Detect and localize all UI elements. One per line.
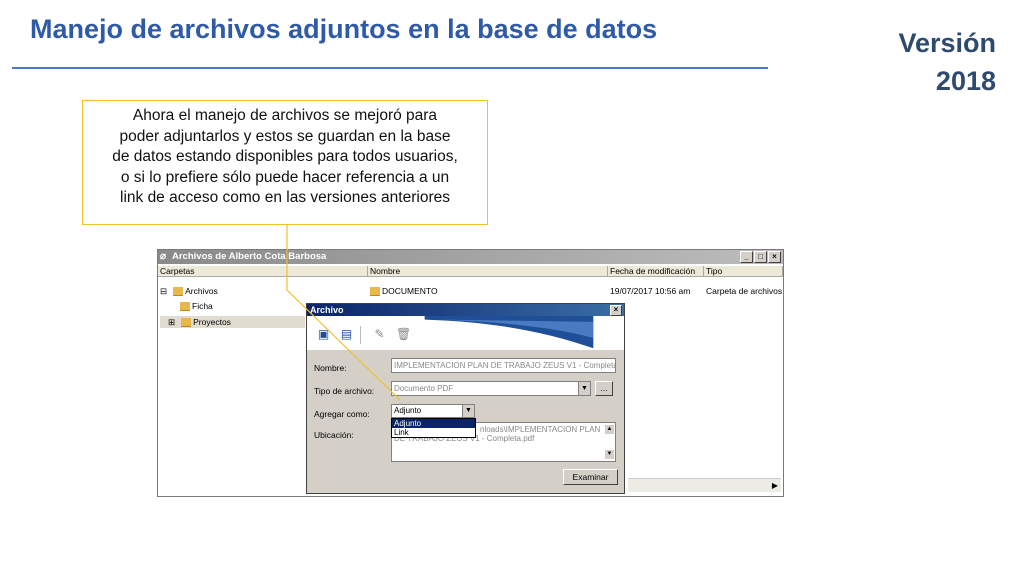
column-header-carpetas[interactable]: Carpetas [158, 266, 368, 277]
file-row[interactable]: DOCUMENTO [370, 285, 438, 297]
save-icon[interactable]: ▣ [317, 328, 330, 341]
window-titlebar[interactable]: ⌀ Archivos de Alberto Cota Barbosa _ □ × [158, 250, 783, 264]
callout-line: poder adjuntarlos y estos se guardan en … [119, 127, 451, 145]
toolbar-swoosh-decoration [424, 316, 594, 349]
tree-item-ficha[interactable]: Ficha [180, 300, 213, 312]
folder-icon [370, 287, 380, 297]
column-header-nombre[interactable]: Nombre [368, 266, 608, 277]
callout-line: link de acceso como en las versiones ant… [120, 189, 450, 206]
tree-item-label: Archivos [185, 286, 218, 296]
slide-title: Manejo de archivos adjuntos en la base d… [30, 14, 658, 44]
tree-item-label: Proyectos [193, 317, 231, 327]
scroll-down-icon[interactable]: ▼ [605, 450, 614, 459]
callout-line: Ahora el manejo de archivos se mejoró pa… [132, 107, 438, 124]
option-link[interactable]: Link [392, 428, 475, 437]
minimize-button[interactable]: _ [740, 251, 753, 263]
version-year: 2018 [935, 66, 996, 96]
callout-line: de datos estando disponibles para todos … [112, 148, 458, 165]
column-header-tipo[interactable]: Tipo [704, 266, 783, 277]
folder-icon [181, 318, 192, 328]
file-date: 19/07/2017 10:56 am [610, 286, 691, 296]
agregar-dropdown-list: Adjunto Link [391, 418, 476, 438]
tipo-label: Tipo de archivo: [314, 386, 375, 396]
agregar-select[interactable]: Adjunto ▼ [391, 404, 475, 418]
version-word: Versión [898, 28, 996, 58]
paperclip-icon: ⌀ [160, 251, 167, 262]
edit-icon[interactable]: ✎ [373, 328, 386, 341]
examinar-button[interactable]: Examinar [563, 469, 618, 485]
file-name: DOCUMENTO [382, 286, 438, 296]
scroll-right-icon[interactable]: ▶ [772, 479, 778, 492]
horizontal-scrollbar[interactable]: ▶ [628, 478, 781, 492]
folder-icon [180, 302, 190, 312]
callout-line: o si lo prefiere sólo puede hacer refere… [120, 168, 450, 186]
delete-icon[interactable]: 🗑 [396, 328, 411, 341]
tree-item-proyectos[interactable]: ⊞ Proyectos [160, 316, 305, 328]
tipo-value: Documento PDF [394, 384, 454, 393]
chevron-down-icon[interactable]: ▼ [578, 382, 590, 395]
nombre-label: Nombre: [314, 363, 347, 373]
expand-icon[interactable]: ⊞ [168, 317, 175, 327]
option-adjunto[interactable]: Adjunto [392, 419, 475, 428]
folder-icon [173, 287, 184, 297]
file-type: Carpeta de archivos [706, 286, 783, 296]
title-divider [12, 67, 768, 69]
collapse-icon[interactable]: ⊟ [160, 286, 167, 296]
dialog-toolbar: ▣ ▤ ✎ 🗑 [307, 316, 624, 350]
dialog-titlebar[interactable]: Archivo × [307, 304, 624, 316]
version-label: Versión 2018 [898, 24, 996, 100]
tree-item-label: Ficha [192, 301, 213, 311]
column-header-fecha[interactable]: Fecha de modificación [608, 266, 704, 277]
chevron-down-icon[interactable]: ▼ [462, 405, 474, 417]
toolbar-separator [360, 326, 361, 344]
maximize-button[interactable]: □ [754, 251, 767, 263]
nombre-field[interactable]: IMPLEMENTACION PLAN DE TRABAJO ZEUS V1 -… [391, 358, 616, 373]
close-window-button[interactable]: × [768, 251, 781, 263]
archivo-dialog: Archivo × ▣ ▤ ✎ 🗑 Nombre: IMPLEMENTACION… [306, 303, 625, 494]
dialog-close-button[interactable]: × [610, 305, 622, 316]
window-title: Archivos de Alberto Cota Barbosa [172, 251, 327, 262]
save-close-icon[interactable]: ▤ [340, 328, 353, 341]
scroll-up-icon[interactable]: ▲ [605, 425, 614, 434]
callout-box: Ahora el manejo de archivos se mejoró pa… [82, 100, 488, 225]
tipo-more-button[interactable]: ... [595, 381, 613, 396]
ubicacion-label: Ubicación: [314, 430, 354, 440]
tree-item-archivos[interactable]: ⊟ Archivos [160, 285, 218, 297]
agregar-value: Adjunto [394, 406, 422, 415]
dialog-title: Archivo [310, 305, 344, 315]
tipo-select[interactable]: Documento PDF ▼ [391, 381, 591, 396]
agregar-label: Agregar como: [314, 409, 370, 419]
